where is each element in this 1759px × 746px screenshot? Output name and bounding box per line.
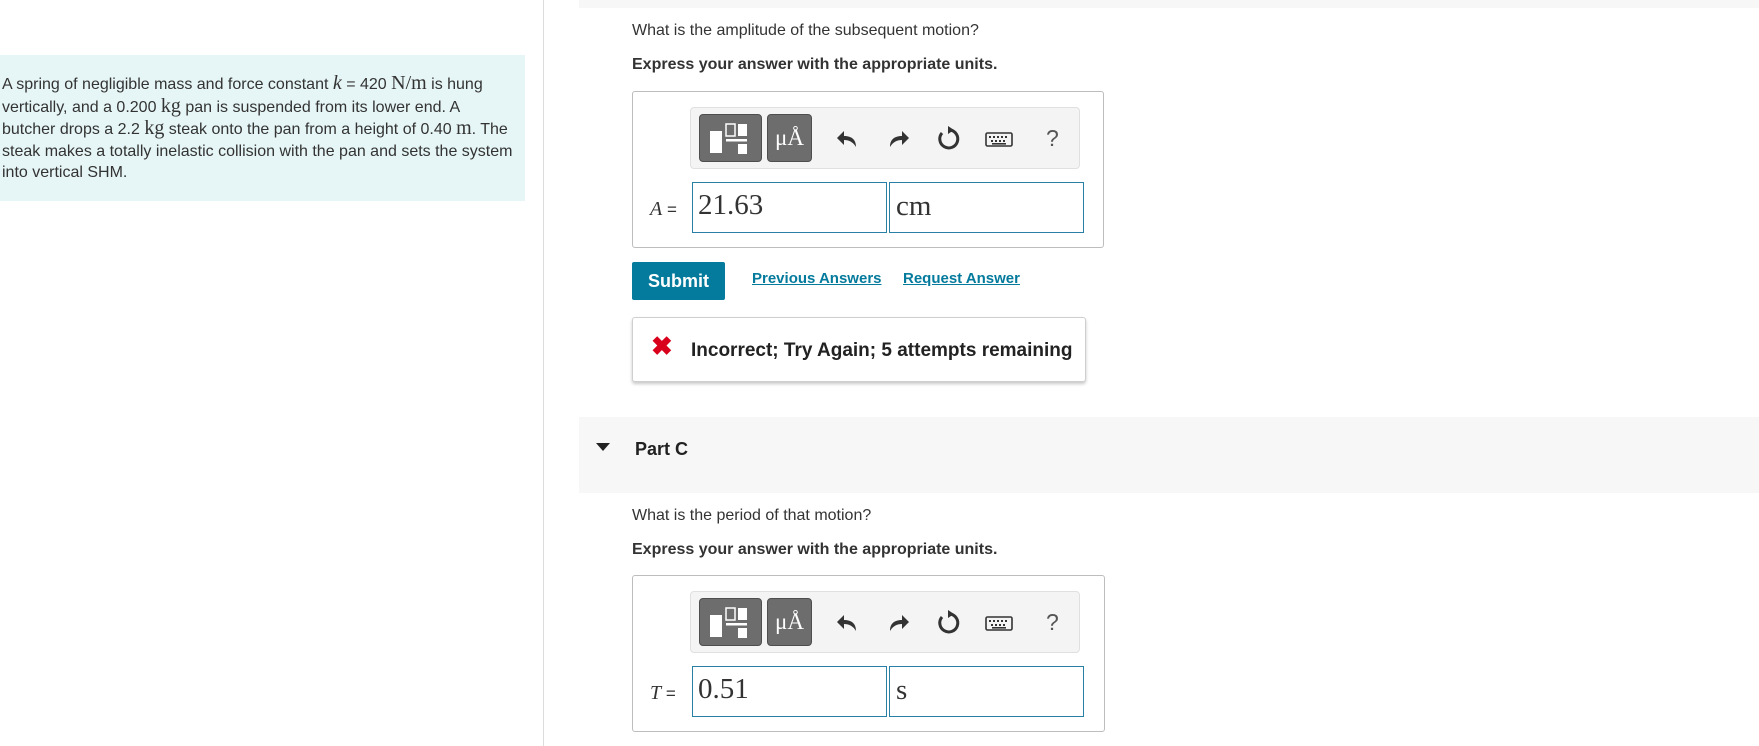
collapse-triangle-icon[interactable] (596, 443, 610, 451)
math-toolbar: μÅ ? (690, 107, 1080, 169)
column-divider (543, 0, 544, 746)
problem-text: = 420 (341, 76, 392, 93)
previous-part-band (579, 0, 1759, 8)
templates-icon (710, 123, 747, 154)
variable-label: A = (650, 198, 677, 221)
period-unit-input[interactable]: s (889, 666, 1084, 717)
reset-icon[interactable] (934, 609, 962, 637)
redo-icon[interactable] (884, 609, 912, 637)
templates-button[interactable] (699, 114, 762, 162)
request-answer-link[interactable]: Request Answer (903, 270, 1020, 287)
math-toolbar: μÅ ? (690, 591, 1080, 653)
spring-constant-symbol: k (332, 72, 342, 94)
problem-text: steak onto the pan from a height of 0.40 (164, 121, 457, 139)
submit-button[interactable]: Submit (632, 262, 725, 300)
templates-button[interactable] (699, 598, 762, 646)
unit-text: kg (160, 94, 181, 117)
amplitude-value-input[interactable]: 21.63 (692, 182, 887, 233)
help-button[interactable]: ? (1046, 125, 1059, 152)
part-c-answer-box: μÅ ? T = 0.51 s (632, 575, 1105, 732)
undo-icon[interactable] (834, 125, 862, 153)
part-c-instruction: Express your answer with the appropriate… (632, 541, 998, 558)
units-button[interactable]: μÅ (767, 114, 812, 162)
problem-statement: A spring of negligible mass and force co… (0, 55, 525, 201)
keyboard-icon[interactable] (984, 125, 1014, 153)
error-icon: ✖ (651, 331, 673, 361)
unit-text: N/m (391, 72, 427, 94)
redo-icon[interactable] (884, 125, 912, 153)
problem-text: A spring of negligible mass and force co… (2, 76, 333, 93)
units-button[interactable]: μÅ (767, 598, 812, 646)
amplitude-unit-input[interactable]: cm (889, 182, 1084, 233)
part-b-instruction: Express your answer with the appropriate… (632, 56, 998, 73)
variable-symbol: A (650, 198, 663, 220)
part-c-title: Part C (635, 439, 689, 459)
templates-icon (710, 607, 747, 638)
unit-text: m (456, 117, 472, 140)
unit-text: kg (144, 117, 165, 140)
undo-icon[interactable] (834, 609, 862, 637)
keyboard-icon[interactable] (984, 609, 1014, 637)
part-c-question: What is the period of that motion? (632, 507, 872, 524)
equals-sign: = (666, 200, 677, 219)
period-value-input[interactable]: 0.51 (692, 666, 887, 717)
help-button[interactable]: ? (1046, 609, 1059, 636)
variable-symbol: T (650, 682, 662, 704)
variable-label: T = (650, 682, 676, 705)
part-b-answer-box: μÅ ? A = 21.63 cm (632, 91, 1104, 248)
feedback-text: Incorrect; Try Again; 5 attempts remaini… (691, 340, 1073, 361)
part-c-header[interactable]: Part C (579, 417, 1759, 493)
equals-sign: = (665, 684, 676, 703)
feedback-message: ✖ Incorrect; Try Again; 5 attempts remai… (632, 317, 1086, 382)
previous-answers-link[interactable]: Previous Answers (752, 270, 882, 287)
part-b-question: What is the amplitude of the subsequent … (632, 22, 979, 39)
reset-icon[interactable] (934, 125, 962, 153)
